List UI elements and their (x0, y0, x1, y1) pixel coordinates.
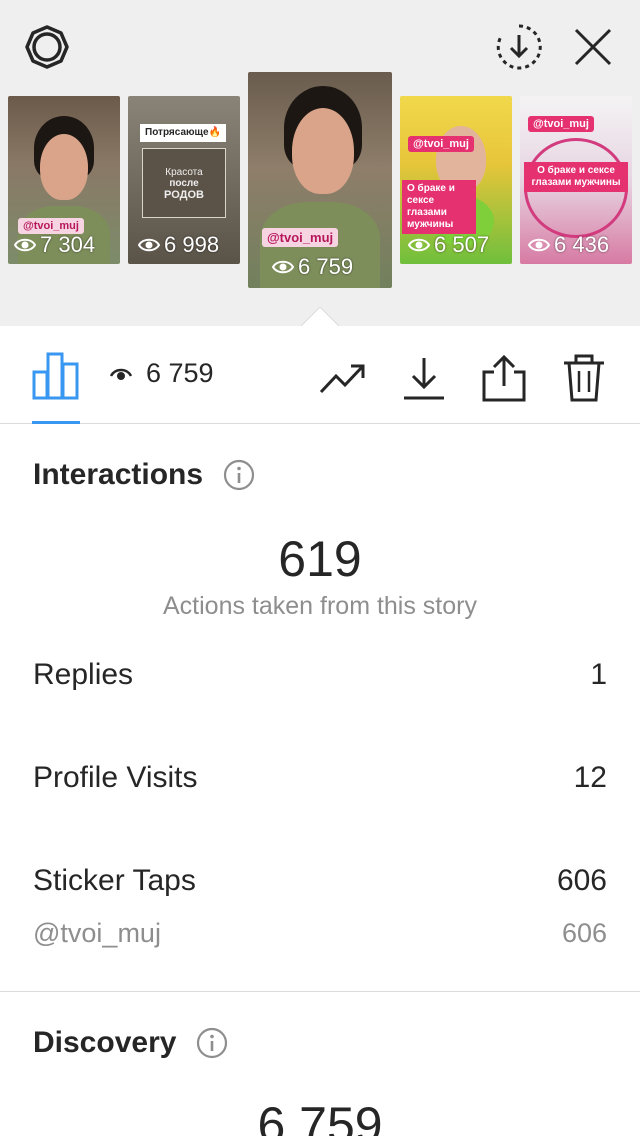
story-view-count-text: 6 436 (554, 232, 610, 257)
share-icon (482, 354, 526, 402)
selection-pointer (300, 306, 340, 328)
close-button[interactable] (568, 22, 618, 72)
metric-label: Replies (33, 658, 134, 691)
story-view-count-text: 7 304 (40, 232, 96, 257)
story-view-count: 7 304 (14, 232, 95, 258)
interactions-total: 619 (278, 531, 362, 587)
discovery-total: 6 759 (257, 1097, 383, 1136)
story-view-count-text: 6 998 (164, 232, 220, 257)
story-image-detail (40, 134, 88, 200)
trending-up-icon (319, 364, 365, 394)
promote-button[interactable] (318, 354, 366, 402)
mention-sticker: @tvoi_muj (408, 136, 474, 152)
discovery-header: Discovery (33, 1026, 228, 1060)
story-thumbnail[interactable]: @tvoi_muj О браке и сексе глазами мужчин… (520, 96, 632, 264)
story-caption: О браке и сексе глазами мужчины (402, 180, 476, 234)
metric-value: 606 (556, 864, 607, 897)
metric-row-profile-visits: Profile Visits 12 (33, 761, 607, 795)
metric-sub-label: @tvoi_muj (33, 918, 161, 948)
eye-icon (272, 260, 294, 274)
eye-icon (110, 368, 132, 380)
discovery-title: Discovery (33, 1026, 177, 1059)
metric-value: 12 (573, 761, 607, 794)
interactions-subtitle: Actions taken from this story (162, 592, 477, 620)
story-thumbnail[interactable]: Потрясающе🔥 Красота после РОДОВ 6 998 (128, 96, 240, 264)
trash-icon (564, 354, 604, 402)
story-view-count: 6 507 (408, 232, 489, 258)
story-caption-line: Красота (165, 167, 203, 178)
settings-button[interactable] (22, 22, 72, 72)
eye-icon (528, 238, 550, 252)
info-icon[interactable] (223, 459, 255, 491)
story-view-count: 6 759 (272, 254, 353, 280)
metric-sub-value: 606 (561, 918, 607, 948)
delete-button[interactable] (560, 354, 608, 402)
eye-icon (138, 238, 160, 252)
metric-row-replies: Replies 1 (33, 658, 607, 692)
info-icon[interactable] (196, 1027, 228, 1059)
insights-tab[interactable] (32, 344, 80, 424)
metric-label: Profile Visits (33, 761, 198, 794)
story-thumbnail[interactable]: @tvoi_muj О браке и сексе глазами мужчин… (400, 96, 512, 264)
metric-value: 1 (590, 658, 607, 691)
story-thumbnail[interactable]: @tvoi_muj 7 304 (8, 96, 120, 264)
story-view-count-text: 6 507 (434, 232, 490, 257)
section-divider (0, 991, 640, 992)
mention-sticker: @tvoi_muj (262, 228, 339, 247)
download-icon (404, 358, 444, 400)
metric-row-sticker-detail: @tvoi_muj 606 (33, 918, 607, 949)
story-image: Красота после РОДОВ (142, 148, 226, 218)
story-view-count-text: 6 759 (298, 254, 354, 279)
eye-icon (408, 238, 430, 252)
story-thumbnail-selected[interactable]: @tvoi_muj 6 759 (248, 72, 392, 288)
share-button[interactable] (480, 354, 528, 402)
metric-row-sticker-taps: Sticker Taps 606 (33, 864, 607, 898)
close-icon (574, 28, 612, 66)
story-strip: @tvoi_muj 7 304 Потрясающе🔥 Красота посл… (0, 0, 640, 326)
viewers-button[interactable]: 6 759 (110, 358, 214, 389)
story-view-count: 6 436 (528, 232, 609, 258)
story-headline: Потрясающе🔥 (140, 124, 226, 142)
story-caption-line: после (169, 178, 199, 189)
story-view-count: 6 998 (138, 232, 219, 258)
views-count-text: 6 759 (146, 358, 214, 388)
interactions-title: Interactions (33, 458, 204, 491)
insights-toolbar: 6 759 (0, 326, 640, 424)
bar-chart-icon (32, 352, 79, 400)
save-story-button[interactable] (494, 22, 544, 72)
active-tab-indicator (32, 421, 80, 424)
gear-icon (25, 25, 69, 69)
mention-sticker: @tvoi_muj (528, 116, 594, 132)
metric-label: Sticker Taps (33, 864, 196, 897)
interactions-header: Interactions (33, 458, 255, 492)
download-button[interactable] (400, 354, 448, 402)
download-circle-icon (496, 24, 542, 70)
story-caption: О браке и сексе глазами мужчины (524, 162, 628, 192)
story-caption-line: РОДОВ (164, 189, 204, 201)
story-image-detail (292, 108, 354, 194)
eye-icon (14, 238, 36, 252)
